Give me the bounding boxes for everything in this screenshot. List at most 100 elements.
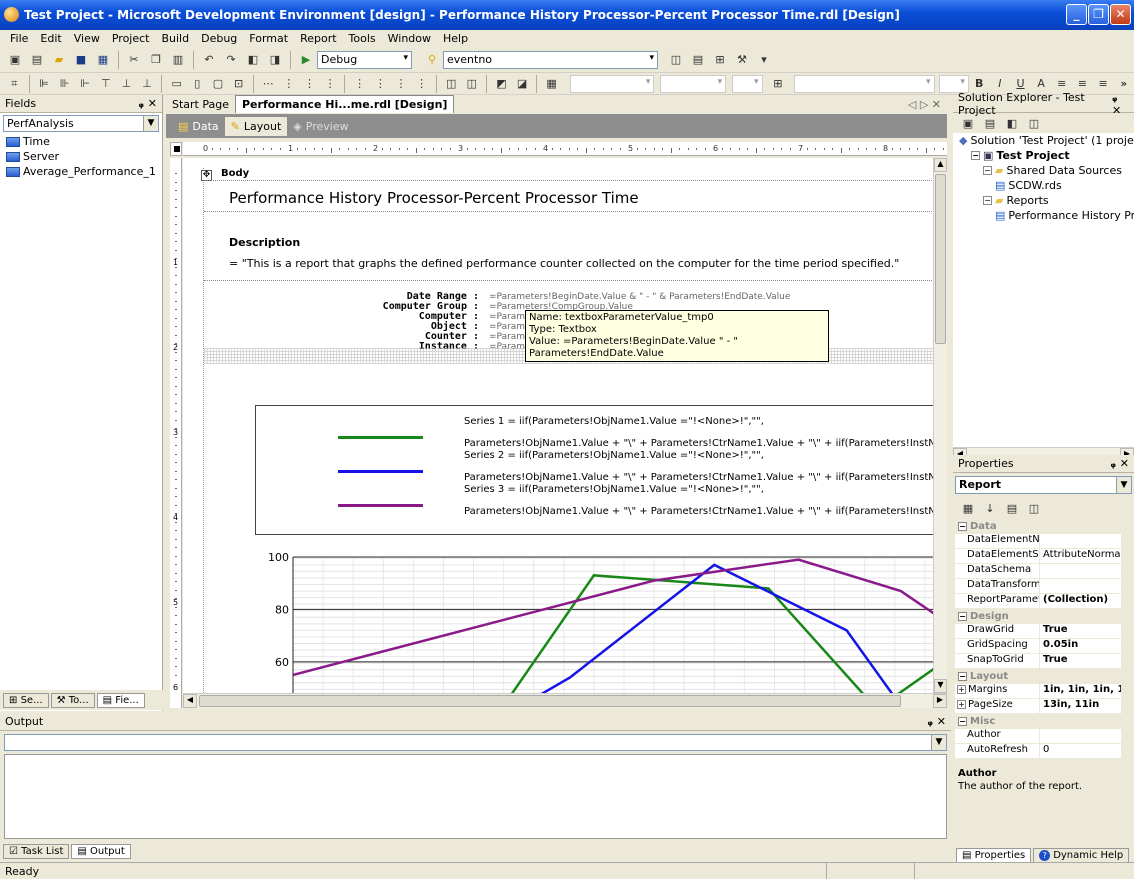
- collapse-icon[interactable]: −: [958, 612, 967, 621]
- property-row[interactable]: AutoRefresh 0: [955, 744, 1121, 759]
- hspacing-dec-icon[interactable]: ⋮: [300, 75, 319, 93]
- categorized-icon[interactable]: ▦: [958, 499, 978, 517]
- property-row[interactable]: ReportParameter(Collection): [955, 594, 1121, 609]
- menu-build[interactable]: Build: [155, 32, 195, 45]
- menu-format[interactable]: Format: [243, 32, 294, 45]
- vspacing-inc-icon[interactable]: ⋮: [371, 75, 390, 93]
- property-value[interactable]: True: [1040, 654, 1121, 668]
- report-title[interactable]: Performance History Processor-Percent Pr…: [229, 189, 639, 207]
- property-row[interactable]: + PageSize 13in, 11in: [955, 699, 1121, 714]
- collapse-icon[interactable]: −: [958, 672, 967, 681]
- report-body[interactable]: Body ✥ Performance History Processor-Per…: [201, 168, 933, 693]
- color-dropdown[interactable]: [732, 74, 763, 93]
- table-icon[interactable]: ▦: [542, 75, 561, 93]
- solution-tree-item[interactable]: ◆ Solution 'Test Project' (1 project): [953, 133, 1134, 148]
- chevron-down-icon[interactable]: ▼: [143, 116, 158, 131]
- view-code-icon[interactable]: ▣: [958, 114, 978, 132]
- property-category[interactable]: − Design: [955, 609, 1121, 624]
- new-project-icon[interactable]: ▣: [5, 51, 25, 69]
- property-value[interactable]: 1in, 1in, 1in, 1in: [1040, 684, 1121, 698]
- tab-properties[interactable]: ▤ Properties: [956, 848, 1032, 863]
- close-button[interactable]: ✕: [1110, 4, 1131, 25]
- menu-view[interactable]: View: [68, 32, 106, 45]
- tab-report-design[interactable]: Performance Hi...me.rdl [Design]: [235, 95, 455, 113]
- property-value[interactable]: [1040, 579, 1121, 593]
- properties-view-icon[interactable]: ▤: [1002, 499, 1022, 517]
- vspacing-dec-icon[interactable]: ⋮: [392, 75, 411, 93]
- solution-tree-item[interactable]: − ▣ Test Project: [953, 148, 1134, 163]
- refresh-icon[interactable]: ◧: [1002, 114, 1022, 132]
- solution-tree-item[interactable]: ▤ Performance History Proc: [953, 208, 1134, 223]
- menu-tools[interactable]: Tools: [343, 32, 382, 45]
- property-row[interactable]: SnapToGrid True: [955, 654, 1121, 669]
- align-grid-icon[interactable]: ⌗: [5, 75, 24, 93]
- navigate-forward-icon[interactable]: ◨: [265, 51, 285, 69]
- open-icon[interactable]: ▰: [49, 51, 69, 69]
- tab-preview[interactable]: ◈ Preview: [287, 117, 354, 136]
- collapse-icon[interactable]: −: [983, 166, 992, 175]
- output-pin-icon[interactable]: ᵩ ✕: [928, 715, 946, 728]
- line-chart[interactable]: 100 80 60: [255, 549, 933, 693]
- expand-icon[interactable]: +: [957, 685, 966, 694]
- center-vert-icon[interactable]: ◫: [463, 75, 482, 93]
- start-icon[interactable]: ▶: [296, 51, 316, 69]
- add-item-icon[interactable]: ▤: [27, 51, 47, 69]
- designer-vertical-scrollbar[interactable]: ▲ ▼: [933, 158, 947, 693]
- align-top-icon[interactable]: ⊤: [97, 75, 116, 93]
- undo-icon[interactable]: ↶: [199, 51, 219, 69]
- tab-data[interactable]: ▤ Data: [172, 117, 225, 136]
- navigate-back-icon[interactable]: ◧: [243, 51, 263, 69]
- minimize-button[interactable]: _: [1066, 4, 1087, 25]
- property-pages-icon[interactable]: ◫: [1024, 499, 1044, 517]
- tab-dynamic-help[interactable]: ? Dynamic Help: [1033, 848, 1130, 863]
- property-row[interactable]: DataTransform: [955, 579, 1121, 594]
- collapse-icon[interactable]: −: [971, 151, 980, 160]
- property-row[interactable]: DataElementNam: [955, 534, 1121, 549]
- align-left-icon[interactable]: ⊫: [35, 75, 54, 93]
- output-text[interactable]: [4, 754, 947, 839]
- property-row[interactable]: DataElementStyleAttributeNormal: [955, 549, 1121, 564]
- menu-report[interactable]: Report: [294, 32, 342, 45]
- align-bottom-icon[interactable]: ⊥: [138, 75, 157, 93]
- tab-output[interactable]: ▤ Output: [71, 844, 131, 859]
- find-combo[interactable]: eventno: [443, 50, 658, 69]
- dataset-dropdown[interactable]: PerfAnalysis ▼: [3, 115, 159, 132]
- tab-layout[interactable]: ✎ Layout: [224, 116, 288, 136]
- tab-task-list[interactable]: ☑ Task List: [3, 844, 70, 859]
- server-explorer-tab[interactable]: ⊞ Se...: [3, 692, 49, 708]
- toolbox-tab[interactable]: ⚒ To...: [50, 692, 95, 708]
- field-item[interactable]: Time: [0, 134, 162, 149]
- align-center-icon[interactable]: ⊪: [55, 75, 74, 93]
- series-1-line[interactable]: [498, 574, 933, 693]
- menu-help[interactable]: Help: [437, 32, 474, 45]
- font-name-dropdown[interactable]: [569, 74, 655, 93]
- properties-icon[interactable]: ▤: [980, 114, 1000, 132]
- alphabetical-icon[interactable]: ↓: [980, 499, 1000, 517]
- center-horiz-icon[interactable]: ◫: [442, 75, 461, 93]
- vspacing-icon[interactable]: ⋮: [350, 75, 369, 93]
- property-value[interactable]: 0.05in: [1040, 639, 1121, 653]
- same-size-icon[interactable]: ▢: [209, 75, 228, 93]
- tab-start-page[interactable]: Start Page: [166, 96, 235, 113]
- cut-icon[interactable]: ✂: [124, 51, 144, 69]
- hscroll-thumb[interactable]: [199, 695, 901, 707]
- hspacing-inc-icon[interactable]: ⋮: [280, 75, 299, 93]
- property-row[interactable]: GridSpacing 0.05in: [955, 639, 1121, 654]
- font-size-dropdown[interactable]: [660, 74, 727, 93]
- designer-horizontal-scrollbar[interactable]: ◀ ▶: [183, 693, 947, 708]
- chevron-down-icon[interactable]: ▼: [1116, 477, 1131, 493]
- redo-icon[interactable]: ↷: [221, 51, 241, 69]
- description-label[interactable]: Description: [229, 236, 300, 249]
- property-category[interactable]: − Misc: [955, 714, 1121, 729]
- size-to-grid-icon[interactable]: ⊡: [229, 75, 248, 93]
- send-back-icon[interactable]: ◪: [513, 75, 532, 93]
- scroll-thumb[interactable]: [935, 174, 946, 344]
- tab-nav-arrows-icon[interactable]: ◁ ▷ ✕: [908, 98, 947, 111]
- bring-front-icon[interactable]: ◩: [492, 75, 511, 93]
- maximize-button[interactable]: ❐: [1088, 4, 1109, 25]
- align-middle-icon[interactable]: ⊥: [117, 75, 136, 93]
- menu-file[interactable]: File: [4, 32, 34, 45]
- align-right-icon[interactable]: ⊩: [76, 75, 95, 93]
- property-value[interactable]: [1040, 534, 1121, 548]
- menu-project[interactable]: Project: [106, 32, 156, 45]
